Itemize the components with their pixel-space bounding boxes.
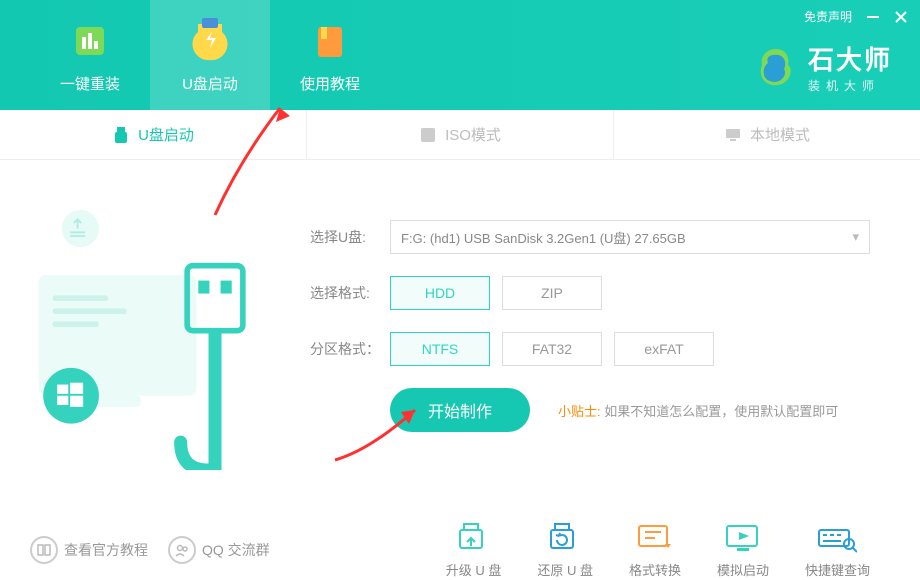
partition-option-exfat[interactable]: exFAT: [614, 332, 714, 366]
tab-usb-boot[interactable]: U盘启动: [150, 0, 270, 110]
app-header: 一键重装 U盘启动 使用教程 免责声明 石大师 装机大师: [0, 0, 920, 110]
action-simulate-boot[interactable]: 模拟启动: [717, 522, 769, 579]
tutorial-icon: [306, 17, 354, 65]
partition-option-fat32[interactable]: FAT32: [502, 332, 602, 366]
close-button[interactable]: [894, 10, 908, 24]
monitor-icon: [724, 126, 742, 144]
keyboard-search-icon: [817, 522, 857, 554]
brand-logo: 石大师 装机大师: [754, 40, 892, 94]
action-restore-usb[interactable]: 还原 U 盘: [537, 522, 593, 579]
mode-tab-local[interactable]: 本地模式: [614, 110, 920, 159]
mode-tab-usb-label: U盘启动: [138, 124, 194, 145]
format-label: 选择格式:: [310, 283, 390, 303]
disk-select[interactable]: F:G: (hd1) USB SanDisk 3.2Gen1 (U盘) 27.6…: [390, 220, 870, 254]
action-hotkey-label: 快捷键查询: [805, 560, 870, 579]
action-upgrade-usb[interactable]: 升级 U 盘: [446, 522, 502, 579]
brand-title: 石大师: [808, 40, 892, 77]
format-option-hdd[interactable]: HDD: [390, 276, 490, 310]
format-option-zip[interactable]: ZIP: [502, 276, 602, 310]
qq-group-label: QQ 交流群: [202, 540, 270, 560]
book-icon: [30, 536, 58, 564]
start-button[interactable]: 开始制作: [390, 388, 530, 432]
minimize-button[interactable]: [866, 10, 880, 24]
action-simulate-label: 模拟启动: [717, 560, 769, 579]
restore-usb-icon: [545, 522, 585, 554]
mode-tabs: U盘启动 ISO模式 本地模式: [0, 110, 920, 160]
chevron-down-icon: ▾: [852, 229, 859, 245]
action-upgrade-label: 升级 U 盘: [446, 560, 502, 579]
action-convert-label: 格式转换: [629, 560, 681, 579]
simulate-icon: [723, 522, 763, 554]
disk-label: 选择U盘:: [310, 227, 390, 247]
usb-boot-icon: [186, 17, 234, 65]
disclaimer-link[interactable]: 免责声明: [804, 8, 852, 25]
partition-option-ntfs[interactable]: NTFS: [390, 332, 490, 366]
qq-group-link[interactable]: QQ 交流群: [168, 536, 270, 564]
action-restore-label: 还原 U 盘: [537, 560, 593, 579]
usb-illustration: [0, 160, 300, 520]
partition-label: 分区格式：: [310, 339, 390, 359]
reinstall-icon: [66, 17, 114, 65]
mode-tab-iso[interactable]: ISO模式: [307, 110, 614, 159]
tip-body: 如果不知道怎么配置，使用默认配置即可: [604, 404, 838, 419]
convert-icon: [635, 522, 675, 554]
tab-tutorial[interactable]: 使用教程: [270, 0, 390, 110]
tab-reinstall-label: 一键重装: [60, 73, 120, 94]
usb-icon: [112, 126, 130, 144]
tip-text: 小贴士: 如果不知道怎么配置，使用默认配置即可: [558, 401, 838, 420]
tip-label: 小贴士:: [558, 404, 601, 419]
brand-subtitle: 装机大师: [808, 77, 880, 94]
action-format-convert[interactable]: 格式转换: [629, 522, 681, 579]
mode-tab-iso-label: ISO模式: [445, 124, 501, 145]
upgrade-usb-icon: [454, 522, 494, 554]
logo-icon: [754, 45, 798, 89]
tab-reinstall[interactable]: 一键重装: [30, 0, 150, 110]
tab-usb-boot-label: U盘启动: [182, 73, 238, 94]
people-icon: [168, 536, 196, 564]
official-tutorial-label: 查看官方教程: [64, 540, 148, 560]
action-hotkey-query[interactable]: 快捷键查询: [805, 522, 870, 579]
official-tutorial-link[interactable]: 查看官方教程: [30, 536, 148, 564]
iso-icon: [419, 126, 437, 144]
mode-tab-usb[interactable]: U盘启动: [0, 110, 307, 159]
mode-tab-local-label: 本地模式: [750, 124, 810, 145]
tab-tutorial-label: 使用教程: [300, 73, 360, 94]
disk-select-value: F:G: (hd1) USB SanDisk 3.2Gen1 (U盘) 27.6…: [401, 228, 686, 247]
